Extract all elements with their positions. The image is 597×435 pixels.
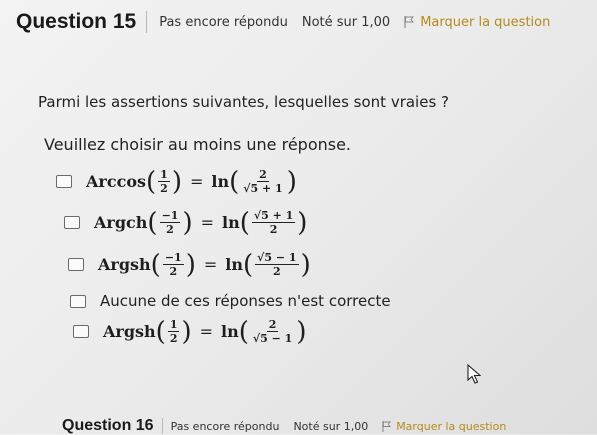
flag-icon <box>404 16 415 28</box>
ln-function: ln <box>211 172 230 191</box>
answer-option-2[interactable]: Argch ( −1 2 ) = ln ( √5 + 1 2 ) <box>64 209 307 236</box>
left-denominator: 2 <box>160 182 168 195</box>
ln-function: ln <box>222 213 240 232</box>
header-divider <box>161 418 163 434</box>
next-flag-question-link[interactable]: Marquer la question <box>382 420 506 433</box>
option-checkbox[interactable] <box>73 325 89 338</box>
left-numerator: 1 <box>167 318 180 332</box>
option-checkbox[interactable] <box>70 294 86 308</box>
left-fraction: −1 2 <box>162 251 184 278</box>
option-formula: Argsh ( −1 2 ) = ln ( √5 − 1 2 ) <box>98 249 311 280</box>
right-denominator: 2 <box>273 265 281 278</box>
right-fraction: √5 − 1 2 <box>255 251 299 278</box>
right-numerator: 2 <box>266 318 279 332</box>
option-formula: Argsh ( 1 2 ) = ln ( 2 √5 − 1 ) <box>103 316 307 347</box>
left-numerator: −1 <box>159 209 181 223</box>
equals-sign: = <box>203 255 218 274</box>
left-fraction: 1 2 <box>167 318 180 345</box>
option-formula: Argch ( −1 2 ) = ln ( √5 + 1 2 ) <box>94 207 308 238</box>
flag-question-label: Marquer la question <box>420 14 551 30</box>
right-fraction: 2 √5 + 1 <box>241 168 284 195</box>
function-name: Argsh <box>98 255 151 274</box>
left-numerator: −1 <box>162 251 184 265</box>
left-numerator: 1 <box>158 168 170 182</box>
flag-question-link[interactable]: Marquer la question <box>404 15 550 30</box>
mouse-cursor-icon <box>467 364 481 384</box>
right-fraction: √5 + 1 2 <box>251 209 296 236</box>
option-text: Aucune de ces réponses n'est correcte <box>100 292 391 310</box>
function-name: Arccos <box>86 172 147 191</box>
right-numerator: 2 <box>257 168 269 182</box>
ln-function: ln <box>225 255 243 274</box>
next-question-title: Question 16 <box>62 417 154 434</box>
right-denominator: √5 + 1 <box>243 182 283 195</box>
next-flag-question-label: Marquer la question <box>396 419 507 433</box>
left-fraction: 1 2 <box>158 168 170 195</box>
flag-icon <box>382 420 392 432</box>
answer-instruction: Veuillez choisir au moins une réponse. <box>44 135 352 154</box>
function-name: Argsh <box>103 322 156 341</box>
ln-function: ln <box>221 322 239 341</box>
function-name: Argch <box>94 213 148 232</box>
header-divider <box>146 11 148 33</box>
left-fraction: −1 2 <box>159 209 181 236</box>
question-prompt: Parmi les assertions suivantes, lesquell… <box>38 93 449 111</box>
right-numerator: √5 + 1 <box>251 209 296 223</box>
question-mark: Noté sur 1,00 <box>301 14 391 30</box>
option-checkbox[interactable] <box>56 175 72 188</box>
equals-sign: = <box>200 213 214 232</box>
question-title: Question 15 <box>16 10 137 33</box>
next-question-mark: Noté sur 1,00 <box>293 419 369 433</box>
right-denominator: 2 <box>269 223 278 236</box>
option-checkbox[interactable] <box>68 258 84 271</box>
question-header: Question 15 Pas encore répondu Noté sur … <box>16 10 586 34</box>
answer-option-5[interactable]: Argsh ( 1 2 ) = ln ( 2 √5 − 1 ) <box>73 318 307 345</box>
left-denominator: 2 <box>166 223 174 236</box>
answer-option-4[interactable]: Aucune de ces réponses n'est correcte <box>70 292 391 310</box>
equals-sign: = <box>189 172 204 191</box>
answer-option-3[interactable]: Argsh ( −1 2 ) = ln ( √5 − 1 2 ) <box>68 251 311 278</box>
question-status: Pas encore répondu <box>159 14 288 30</box>
answer-option-1[interactable]: Arccos ( 1 2 ) = ln ( 2 √5 + 1 ) <box>56 168 297 195</box>
option-checkbox[interactable] <box>64 216 80 229</box>
right-numerator: √5 − 1 <box>255 251 299 265</box>
next-question-status: Pas encore répondu <box>170 419 280 433</box>
next-question-header: Question 16 Pas encore répondu Noté sur … <box>62 417 506 435</box>
right-denominator: √5 − 1 <box>252 332 293 345</box>
equals-sign: = <box>199 322 214 341</box>
right-fraction: 2 √5 − 1 <box>251 318 294 345</box>
option-formula: Arccos ( 1 2 ) = ln ( 2 √5 + 1 ) <box>86 166 297 197</box>
left-denominator: 2 <box>169 332 178 345</box>
left-denominator: 2 <box>169 265 178 278</box>
